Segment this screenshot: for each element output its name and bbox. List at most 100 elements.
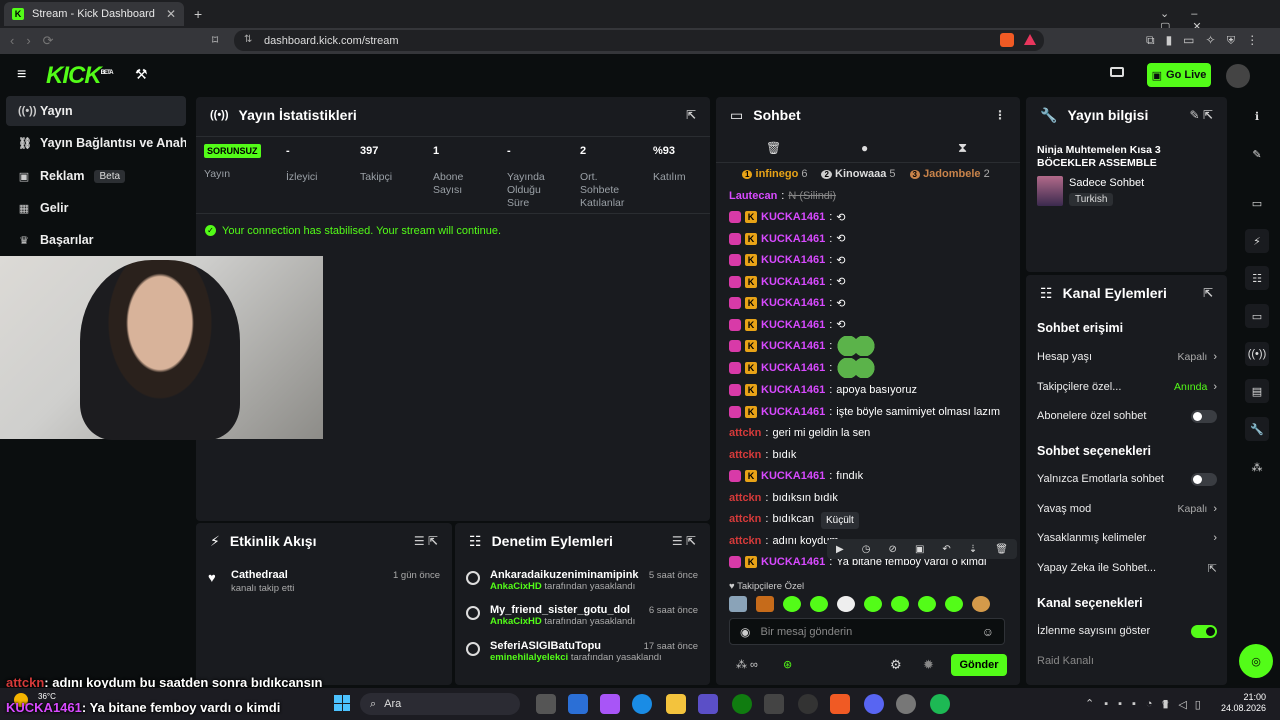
chat-username[interactable]: KUCKA1461 <box>761 319 825 331</box>
emote-icon[interactable] <box>864 596 882 612</box>
chat-username[interactable]: KUCKA1461 <box>761 470 825 482</box>
chat-username[interactable]: attckn <box>729 449 761 461</box>
chat-message[interactable]: K KUCKA1461: apoya basıyoruz <box>729 380 917 400</box>
spotify-icon[interactable] <box>930 694 950 714</box>
hourglass-icon[interactable]: ⧗ <box>958 140 967 156</box>
chat-username[interactable]: KUCKA1461 <box>761 254 825 266</box>
bolt-icon[interactable]: ⚡ <box>1245 229 1269 253</box>
brave-shield-icon[interactable] <box>1000 33 1014 47</box>
timeout-icon[interactable]: ◷ <box>862 544 871 555</box>
chat-message[interactable]: attckn: bıdık <box>729 445 796 465</box>
more-options-icon[interactable]: ⋮ <box>994 108 1006 122</box>
sidebar-item-stream-key[interactable]: ⛓ Yayın Bağlantısı ve Anahtarı <box>6 128 186 158</box>
network-volume-icons[interactable]: ⌔◁▯ <box>1160 698 1209 712</box>
chat-username[interactable]: KUCKA1461 <box>761 362 825 374</box>
taskbar-search[interactable]: ⌕ Ara <box>360 693 520 715</box>
stream-icon[interactable]: ((•)) <box>1245 342 1269 366</box>
wrench-icon[interactable]: 🔧 <box>1245 417 1269 441</box>
chat-message[interactable]: K KUCKA1461: fındık <box>729 466 863 486</box>
chat-mode-icon[interactable]: ◉ <box>740 625 750 639</box>
chat-message[interactable]: attckn: adını koydum <box>729 531 839 551</box>
chat-message[interactable]: attckn: bıdıksın bıdık <box>729 488 838 508</box>
mod-icon[interactable]: ▭ <box>1245 191 1269 215</box>
app-icon[interactable] <box>698 694 718 714</box>
chat-users-icon[interactable]: ⁂ ∞ <box>736 658 758 671</box>
taskview-icon[interactable] <box>536 694 556 714</box>
pen-icon[interactable]: ✎ <box>1245 142 1269 166</box>
app-icon[interactable] <box>896 694 916 714</box>
discord-icon[interactable] <box>864 694 884 714</box>
server-icon[interactable]: ▤ <box>1245 379 1269 403</box>
sidebar-item-yayin[interactable]: ((•)) Yayın <box>6 96 186 126</box>
user-avatar[interactable] <box>1226 64 1250 88</box>
bot-icon[interactable]: ✹ <box>923 657 934 673</box>
go-live-button[interactable]: ▣ Go Live <box>1147 63 1211 87</box>
emote-icon[interactable] <box>729 596 747 612</box>
obs-icon[interactable] <box>798 694 818 714</box>
chat-username[interactable]: Lautecan <box>729 190 777 202</box>
menu-icon[interactable]: ≡ <box>17 66 26 84</box>
brave-icon[interactable] <box>830 694 850 714</box>
chat-username[interactable]: KUCKA1461 <box>761 340 825 352</box>
speech-bubble-icon[interactable]: ● <box>861 141 868 155</box>
trash-icon[interactable]: 🗑 <box>766 141 781 155</box>
theater-mode-icon[interactable] <box>1110 67 1124 77</box>
undo-icon[interactable]: ↶ <box>942 544 950 555</box>
chat-username[interactable]: KUCKA1461 <box>761 384 825 396</box>
chat-message[interactable]: K KUCKA1461: <box>729 358 877 378</box>
browser-tab[interactable]: K Stream - Kick Dashboard ✕ <box>4 2 184 26</box>
send-button[interactable]: Gönder <box>951 654 1007 676</box>
slow-mode-row[interactable]: Yavaş mod Kapalı › <box>1037 498 1217 520</box>
chat-username[interactable]: attckn <box>729 513 761 525</box>
chat-username[interactable]: attckn <box>729 427 761 439</box>
chat-message[interactable]: K KUCKA1461: ⟲ <box>729 272 845 292</box>
play-icon[interactable]: ▶ <box>836 544 844 555</box>
chat-username[interactable]: KUCKA1461 <box>761 297 825 309</box>
puzzle-icon[interactable]: ⁂ <box>1245 455 1269 479</box>
app-icon[interactable] <box>568 694 588 714</box>
copilot-icon[interactable] <box>600 694 620 714</box>
popout-icon[interactable]: ⇱ <box>686 108 696 122</box>
info-icon[interactable]: ℹ <box>1245 104 1269 128</box>
sidebar-item-gelir[interactable]: ▦ Gelir <box>6 193 186 223</box>
popout-icon[interactable]: ⇱ <box>1203 286 1213 300</box>
emote-icon[interactable] <box>972 596 990 612</box>
hammer-icon[interactable]: ⚒ <box>135 66 148 83</box>
chat-username[interactable]: attckn <box>729 492 761 504</box>
address-bar[interactable]: ⇅ dashboard.kick.com/stream <box>234 30 1044 51</box>
chat-message[interactable]: K KUCKA1461: ⟲ <box>729 250 845 270</box>
clock[interactable]: 21:00 24.08.2026 <box>1218 692 1266 714</box>
ai-chat-row[interactable]: Yapay Zeka ile Sohbet... ⇱ <box>1037 557 1217 579</box>
edge-icon[interactable] <box>632 694 652 714</box>
site-info-icon[interactable]: ⇅ <box>244 34 252 45</box>
explorer-icon[interactable] <box>666 694 686 714</box>
chat-message[interactable]: K KUCKA1461: ⟲ <box>729 315 845 335</box>
app-icon[interactable] <box>764 694 784 714</box>
account-age-row[interactable]: Hesap yaşı Kapalı › <box>1037 346 1217 368</box>
chat-input[interactable]: ◉ Bir mesaj gönderin ☺ <box>729 618 1005 645</box>
emote-only-toggle[interactable] <box>1191 472 1217 486</box>
chat-message[interactable]: K KUCKA1461: işte böyle samimiyet olması … <box>729 402 1000 422</box>
emote-icon[interactable] <box>783 596 801 612</box>
kick-logo[interactable]: KICKBETA <box>46 62 114 90</box>
windows-start-icon[interactable] <box>334 695 350 711</box>
brave-rewards-icon[interactable] <box>1024 34 1036 45</box>
chat-message-deleted[interactable]: Lautecan: N (Silindi) <box>729 186 836 206</box>
list-icon[interactable]: ☷ <box>1245 266 1269 290</box>
chat-username[interactable]: attckn <box>729 535 761 547</box>
settings-gear-icon[interactable]: ⚙ <box>890 657 902 673</box>
emote-icon[interactable] <box>810 596 828 612</box>
chat-username[interactable]: KUCKA1461 <box>761 406 825 418</box>
sidebar-item-reklam[interactable]: ▣ Reklam Beta <box>6 161 186 191</box>
chat-message[interactable]: attckn: bıdıkcan <box>729 509 814 529</box>
chat-message[interactable]: attckn: geri mi geldin la sen <box>729 423 870 443</box>
filter-icon[interactable]: ☰ ⇱ <box>414 534 438 548</box>
chat-message[interactable]: K KUCKA1461: ⟲ <box>729 229 845 249</box>
edit-popout-icons[interactable]: ✎ ⇱ <box>1190 108 1213 122</box>
chat-message[interactable]: K KUCKA1461: ⟲ <box>729 293 845 313</box>
emote-icon[interactable] <box>837 596 855 612</box>
close-tab-icon[interactable]: ✕ <box>166 7 176 21</box>
chat-username[interactable]: KUCKA1461 <box>761 276 825 288</box>
chat-message[interactable]: K KUCKA1461: <box>729 336 877 356</box>
emote-icon[interactable] <box>891 596 909 612</box>
